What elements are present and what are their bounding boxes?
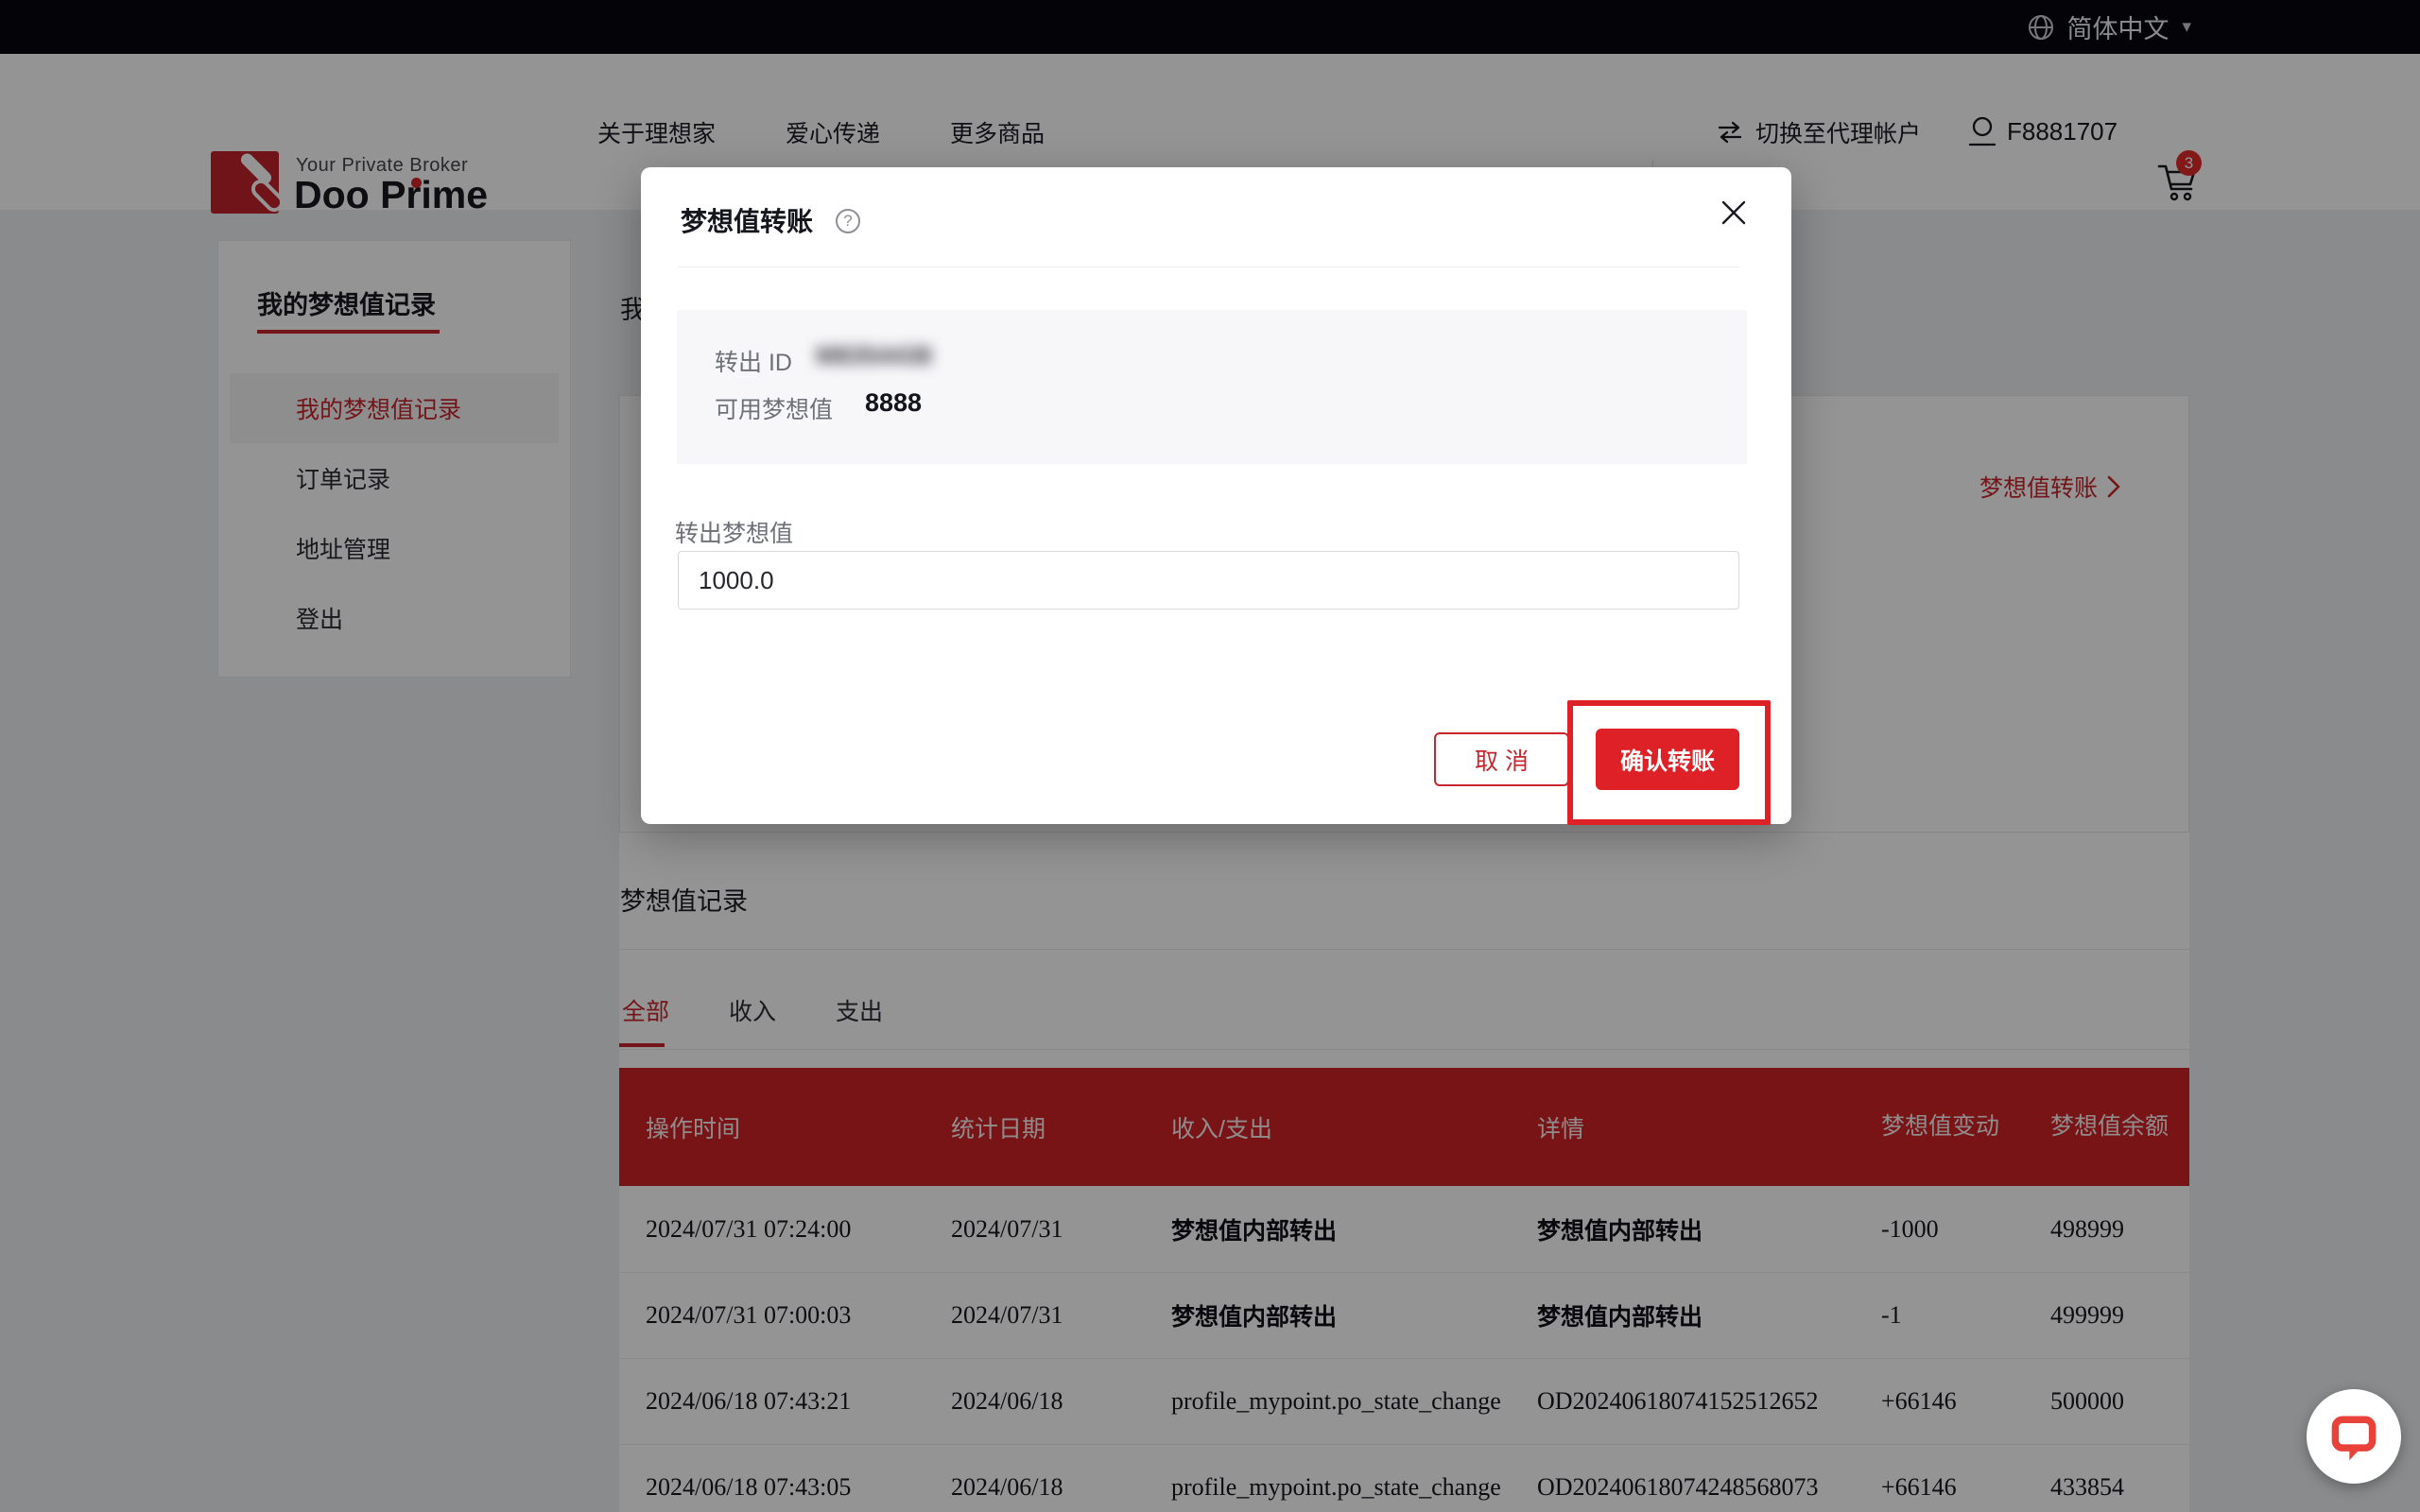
account-info-panel: 转出 ID M8354438 可用梦想值 8888 xyxy=(677,310,1747,464)
help-icon[interactable]: ? xyxy=(836,209,860,233)
available-value: 8888 xyxy=(865,388,922,418)
close-icon[interactable] xyxy=(1713,192,1754,233)
modal-title: 梦想值转账 xyxy=(681,201,813,239)
available-value-label: 可用梦想值 xyxy=(715,391,833,425)
out-id-value-blurred: M8354438 xyxy=(816,341,932,370)
transfer-modal: 梦想值转账 ? 转出 ID M8354438 可用梦想值 8888 转出梦想值 … xyxy=(641,167,1791,824)
out-id-label: 转出 ID xyxy=(715,344,792,378)
livechat-button[interactable] xyxy=(2307,1389,2401,1484)
screen: 简体中文 ▾ Your Private Broker Doo Prime 关于理… xyxy=(0,0,2420,1512)
cancel-button[interactable]: 取 消 xyxy=(1434,732,1569,786)
chat-bubble-icon xyxy=(2327,1410,2380,1463)
confirm-transfer-button[interactable]: 确认转账 xyxy=(1596,729,1739,790)
transfer-amount-label: 转出梦想值 xyxy=(675,515,793,549)
transfer-amount-input[interactable] xyxy=(678,551,1739,610)
modal-divider xyxy=(678,266,1739,267)
